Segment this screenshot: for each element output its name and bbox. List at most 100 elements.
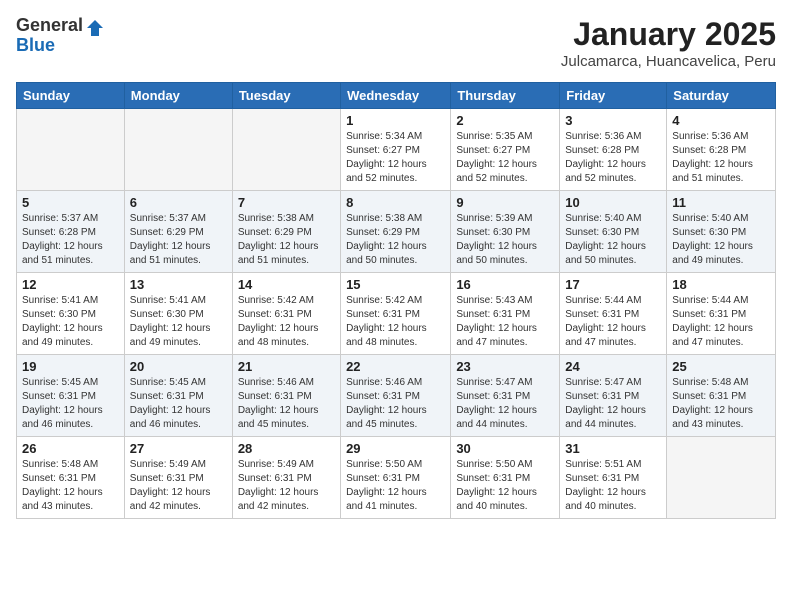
day-info: Sunrise: 5:37 AM Sunset: 6:29 PM Dayligh… [130, 212, 227, 268]
weekday-header-friday: Friday [560, 83, 667, 109]
month-title: January 2025 [561, 16, 776, 53]
calendar-week-5: 26 Sunrise: 5:48 AM Sunset: 6:31 PM Dayli… [17, 437, 776, 519]
day-info: Sunrise: 5:50 AM Sunset: 6:31 PM Dayligh… [346, 458, 445, 514]
day-number: 8 [346, 195, 445, 210]
calendar-cell: 9 Sunrise: 5:39 AM Sunset: 6:30 PM Daylig… [451, 191, 560, 273]
logo-blue: Blue [16, 36, 83, 56]
day-info: Sunrise: 5:49 AM Sunset: 6:31 PM Dayligh… [130, 458, 227, 514]
day-info: Sunrise: 5:38 AM Sunset: 6:29 PM Dayligh… [238, 212, 335, 268]
day-number: 10 [565, 195, 661, 210]
calendar-cell: 15Sunrise: 5:42 AM Sunset: 6:31 PM Dayli… [341, 273, 451, 355]
calendar-week-2: 5 Sunrise: 5:37 AM Sunset: 6:28 PM Daylig… [17, 191, 776, 273]
day-number: 6 [130, 195, 227, 210]
day-info: Sunrise: 5:37 AM Sunset: 6:28 PM Dayligh… [22, 212, 119, 268]
day-info: Sunrise: 5:40 AM Sunset: 6:30 PM Dayligh… [565, 212, 661, 268]
calendar-cell: 13 Sunrise: 5:41 AM Sunset: 6:30 PM Dayli… [124, 273, 232, 355]
day-number: 25 [672, 359, 770, 374]
calendar-cell [124, 109, 232, 191]
calendar-cell [17, 109, 125, 191]
calendar-cell: 6 Sunrise: 5:37 AM Sunset: 6:29 PM Daylig… [124, 191, 232, 273]
day-number: 20 [130, 359, 227, 374]
day-number: 29 [346, 441, 445, 456]
day-number: 18 [672, 277, 770, 292]
calendar-cell: 2Sunrise: 5:35 AM Sunset: 6:27 PM Daylig… [451, 109, 560, 191]
weekday-header-saturday: Saturday [667, 83, 776, 109]
logo-text: General Blue [16, 16, 83, 56]
logo-icon [85, 18, 105, 38]
day-number: 5 [22, 195, 119, 210]
weekday-header-tuesday: Tuesday [232, 83, 340, 109]
day-info: Sunrise: 5:36 AM Sunset: 6:28 PM Dayligh… [672, 130, 770, 186]
day-number: 24 [565, 359, 661, 374]
calendar-cell: 3 Sunrise: 5:36 AM Sunset: 6:28 PM Daylig… [560, 109, 667, 191]
calendar-cell: 10 Sunrise: 5:40 AM Sunset: 6:30 PM Dayli… [560, 191, 667, 273]
day-info: Sunrise: 5:41 AM Sunset: 6:30 PM Dayligh… [22, 294, 119, 350]
calendar-cell: 27 Sunrise: 5:49 AM Sunset: 6:31 PM Dayli… [124, 437, 232, 519]
day-info: Sunrise: 5:42 AM Sunset: 6:31 PM Dayligh… [238, 294, 335, 350]
day-number: 19 [22, 359, 119, 374]
calendar-cell [232, 109, 340, 191]
day-number: 14 [238, 277, 335, 292]
calendar-cell: 18 Sunrise: 5:44 AM Sunset: 6:31 PM Dayli… [667, 273, 776, 355]
calendar-cell: 5 Sunrise: 5:37 AM Sunset: 6:28 PM Daylig… [17, 191, 125, 273]
day-number: 15 [346, 277, 445, 292]
calendar-cell: 28Sunrise: 5:49 AM Sunset: 6:31 PM Dayli… [232, 437, 340, 519]
day-info: Sunrise: 5:47 AM Sunset: 6:31 PM Dayligh… [565, 376, 661, 432]
day-number: 13 [130, 277, 227, 292]
day-number: 26 [22, 441, 119, 456]
day-number: 7 [238, 195, 335, 210]
calendar-cell: 11Sunrise: 5:40 AM Sunset: 6:30 PM Dayli… [667, 191, 776, 273]
calendar-cell: 31 Sunrise: 5:51 AM Sunset: 6:31 PM Dayli… [560, 437, 667, 519]
day-info: Sunrise: 5:41 AM Sunset: 6:30 PM Dayligh… [130, 294, 227, 350]
weekday-header-row: SundayMondayTuesdayWednesdayThursdayFrid… [17, 83, 776, 109]
day-info: Sunrise: 5:46 AM Sunset: 6:31 PM Dayligh… [238, 376, 335, 432]
day-number: 27 [130, 441, 227, 456]
location-title: Julcamarca, Huancavelica, Peru [561, 53, 776, 70]
page-header: General Blue January 2025 Julcamarca, Hu… [16, 16, 776, 70]
day-number: 30 [456, 441, 554, 456]
calendar-cell: 25Sunrise: 5:48 AM Sunset: 6:31 PM Dayli… [667, 355, 776, 437]
day-number: 4 [672, 113, 770, 128]
day-info: Sunrise: 5:43 AM Sunset: 6:31 PM Dayligh… [456, 294, 554, 350]
day-number: 2 [456, 113, 554, 128]
calendar-cell: 7 Sunrise: 5:38 AM Sunset: 6:29 PM Daylig… [232, 191, 340, 273]
day-info: Sunrise: 5:47 AM Sunset: 6:31 PM Dayligh… [456, 376, 554, 432]
day-number: 22 [346, 359, 445, 374]
day-number: 23 [456, 359, 554, 374]
calendar-cell: 26 Sunrise: 5:48 AM Sunset: 6:31 PM Dayli… [17, 437, 125, 519]
day-info: Sunrise: 5:34 AM Sunset: 6:27 PM Dayligh… [346, 130, 445, 186]
day-number: 9 [456, 195, 554, 210]
calendar-week-3: 12 Sunrise: 5:41 AM Sunset: 6:30 PM Dayli… [17, 273, 776, 355]
calendar-cell: 19 Sunrise: 5:45 AM Sunset: 6:31 PM Dayli… [17, 355, 125, 437]
calendar-cell: 12 Sunrise: 5:41 AM Sunset: 6:30 PM Dayli… [17, 273, 125, 355]
logo-general: General [16, 16, 83, 36]
day-info: Sunrise: 5:44 AM Sunset: 6:31 PM Dayligh… [672, 294, 770, 350]
day-info: Sunrise: 5:51 AM Sunset: 6:31 PM Dayligh… [565, 458, 661, 514]
calendar-cell: 1Sunrise: 5:34 AM Sunset: 6:27 PM Daylig… [341, 109, 451, 191]
day-number: 31 [565, 441, 661, 456]
day-info: Sunrise: 5:44 AM Sunset: 6:31 PM Dayligh… [565, 294, 661, 350]
day-info: Sunrise: 5:39 AM Sunset: 6:30 PM Dayligh… [456, 212, 554, 268]
day-info: Sunrise: 5:46 AM Sunset: 6:31 PM Dayligh… [346, 376, 445, 432]
day-number: 11 [672, 195, 770, 210]
day-number: 3 [565, 113, 661, 128]
day-number: 21 [238, 359, 335, 374]
logo: General Blue [16, 16, 105, 56]
calendar-cell: 17 Sunrise: 5:44 AM Sunset: 6:31 PM Dayli… [560, 273, 667, 355]
day-number: 28 [238, 441, 335, 456]
day-number: 12 [22, 277, 119, 292]
day-info: Sunrise: 5:36 AM Sunset: 6:28 PM Dayligh… [565, 130, 661, 186]
calendar-week-4: 19 Sunrise: 5:45 AM Sunset: 6:31 PM Dayli… [17, 355, 776, 437]
weekday-header-monday: Monday [124, 83, 232, 109]
day-info: Sunrise: 5:48 AM Sunset: 6:31 PM Dayligh… [22, 458, 119, 514]
calendar-week-1: 1Sunrise: 5:34 AM Sunset: 6:27 PM Daylig… [17, 109, 776, 191]
calendar-cell [667, 437, 776, 519]
calendar-cell: 24 Sunrise: 5:47 AM Sunset: 6:31 PM Dayli… [560, 355, 667, 437]
day-number: 17 [565, 277, 661, 292]
calendar-cell: 21 Sunrise: 5:46 AM Sunset: 6:31 PM Dayli… [232, 355, 340, 437]
day-info: Sunrise: 5:45 AM Sunset: 6:31 PM Dayligh… [130, 376, 227, 432]
day-info: Sunrise: 5:45 AM Sunset: 6:31 PM Dayligh… [22, 376, 119, 432]
calendar-cell: 14 Sunrise: 5:42 AM Sunset: 6:31 PM Dayli… [232, 273, 340, 355]
title-block: January 2025 Julcamarca, Huancavelica, P… [561, 16, 776, 70]
calendar-cell: 4 Sunrise: 5:36 AM Sunset: 6:28 PM Daylig… [667, 109, 776, 191]
